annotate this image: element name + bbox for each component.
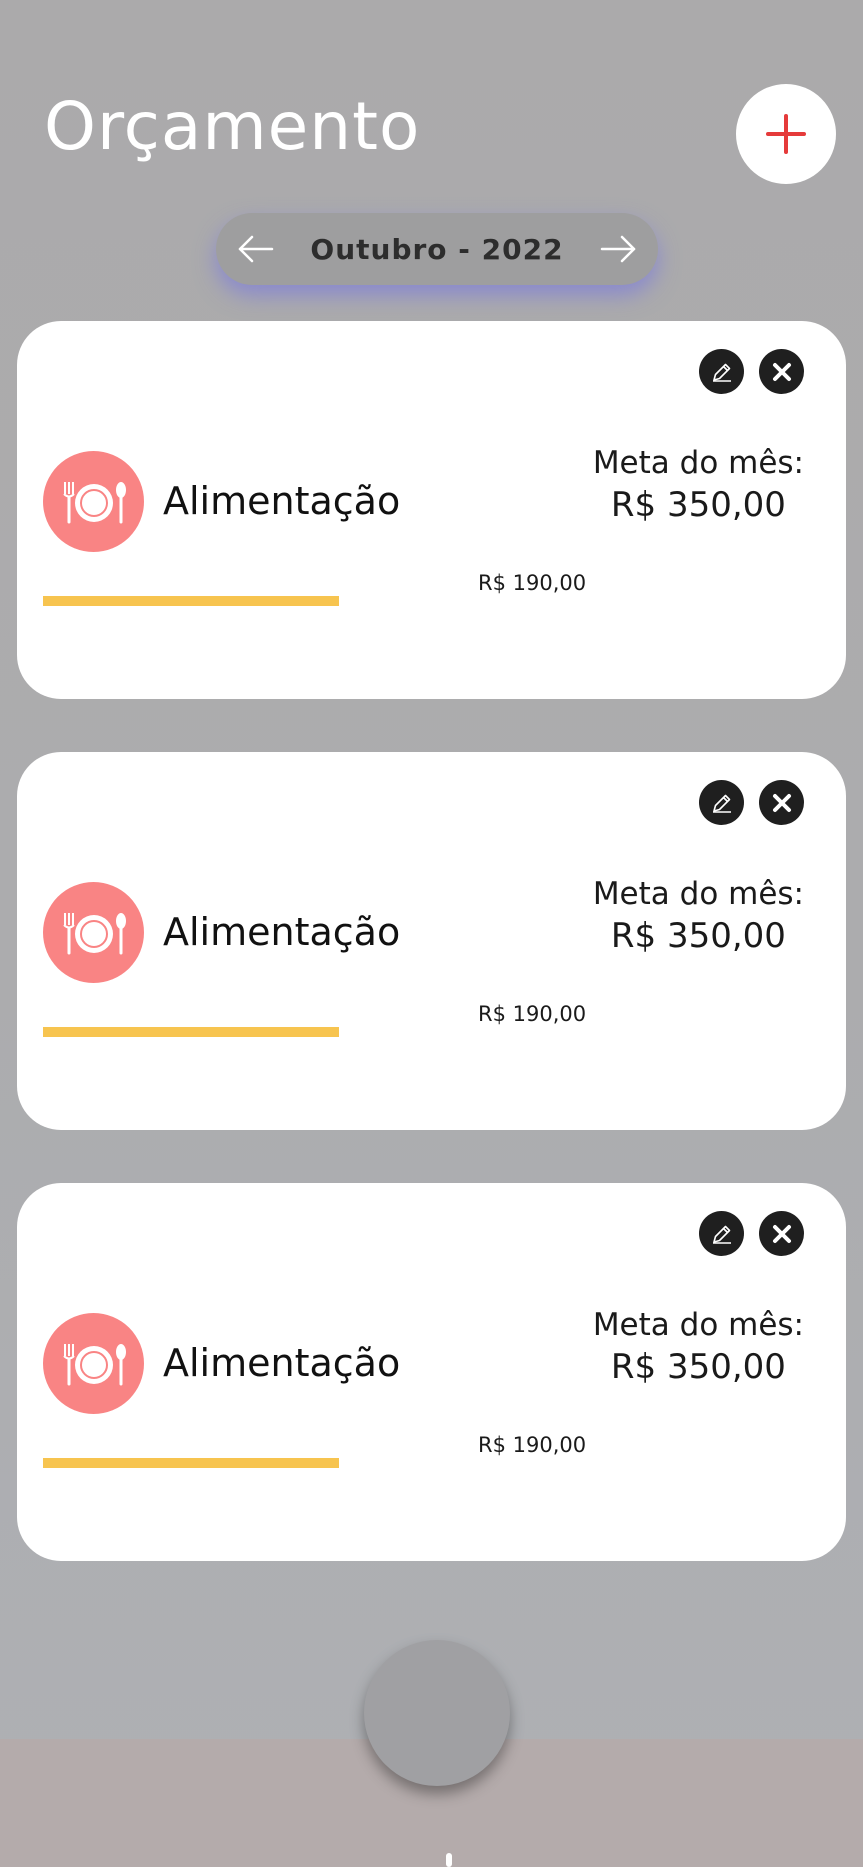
delete-budget-button[interactable] [759,780,804,825]
category-icon [43,882,144,983]
month-selector: Outubro - 2022 [216,213,658,285]
plate-cutlery-icon [62,912,126,954]
goal-label: Meta do mês: [592,445,804,481]
spent-amount: R$ 190,00 [478,571,587,595]
budget-card: Alimentação Meta do mês: R$ 350,00 R$ 19… [17,321,846,699]
arrow-right-icon [600,235,636,263]
close-icon [772,793,791,812]
goal-label: Meta do mês: [592,876,804,912]
category-name: Alimentação [163,479,401,523]
previous-month-button[interactable] [234,227,278,271]
edit-budget-button[interactable] [699,1211,744,1256]
goal-label: Meta do mês: [592,1307,804,1343]
category-name: Alimentação [163,910,401,954]
monthly-goal: Meta do mês: R$ 350,00 [593,443,804,527]
add-budget-button[interactable] [736,84,836,184]
progress-bar [43,1027,588,1037]
arrow-left-icon [238,235,274,263]
plate-cutlery-icon [62,481,126,523]
next-month-button[interactable] [596,227,640,271]
current-month-label: Outubro - 2022 [310,232,564,266]
edit-budget-button[interactable] [699,349,744,394]
home-fab-button[interactable] [364,1640,510,1786]
progress-fill [43,596,339,606]
delete-budget-button[interactable] [759,1211,804,1256]
plus-icon [766,114,806,154]
spent-amount: R$ 190,00 [478,1433,587,1457]
budget-card: Alimentação Meta do mês: R$ 350,00 R$ 19… [17,752,846,1130]
goal-value: R$ 350,00 [610,916,786,956]
plate-cutlery-icon [62,1343,126,1385]
progress-fill [43,1027,339,1037]
progress-bar [43,1458,588,1468]
category-name: Alimentação [163,1341,401,1385]
close-icon [772,1224,791,1243]
close-icon [772,362,791,381]
progress-bar [43,596,588,606]
edit-budget-button[interactable] [699,780,744,825]
home-indicator [446,1853,452,1867]
goal-value: R$ 350,00 [610,1347,786,1387]
page-title: Orçamento [44,88,421,165]
goal-value: R$ 350,00 [610,485,786,525]
category-icon [43,451,144,552]
pencil-icon [712,794,731,813]
pencil-icon [712,363,731,382]
delete-budget-button[interactable] [759,349,804,394]
monthly-goal: Meta do mês: R$ 350,00 [593,1305,804,1389]
category-icon [43,1313,144,1414]
monthly-goal: Meta do mês: R$ 350,00 [593,874,804,958]
progress-fill [43,1458,339,1468]
pencil-icon [712,1225,731,1244]
spent-amount: R$ 190,00 [478,1002,587,1026]
budget-card: Alimentação Meta do mês: R$ 350,00 R$ 19… [17,1183,846,1561]
